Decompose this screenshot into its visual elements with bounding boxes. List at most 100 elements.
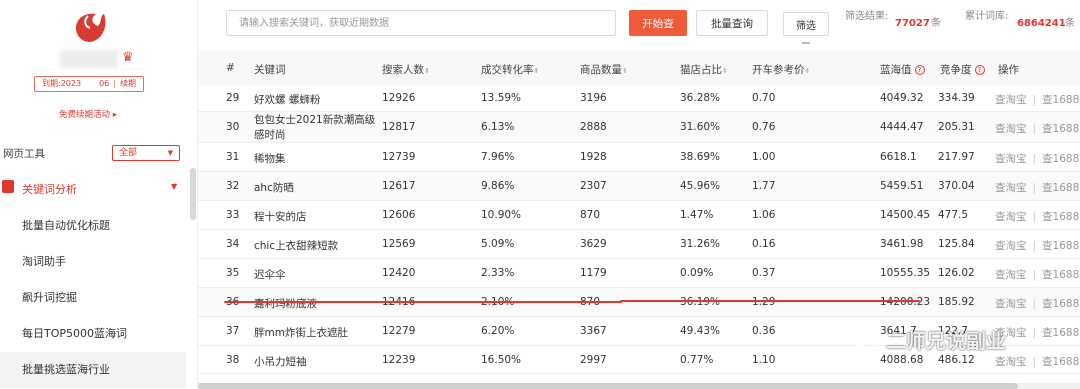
check-taobao-link[interactable]: 查淘宝: [995, 298, 1027, 310]
cell-blue-ocean: 14200.23: [880, 296, 931, 308]
col-header-searchers[interactable]: 搜索人数⬍: [382, 62, 430, 77]
check-taobao-link[interactable]: 查淘宝: [995, 269, 1027, 281]
col-header-competition: 竞争度?: [940, 62, 985, 77]
cell-blue-ocean: 3461.98: [880, 238, 924, 250]
horizontal-scrollbar[interactable]: [198, 383, 1080, 389]
sidebar-item-batch-optimize-title[interactable]: 批量自动优化标题: [0, 208, 186, 244]
col-header-cpc[interactable]: 开车参考价⬍: [752, 62, 810, 77]
sidebar-item-label: 飙升词挖掘: [22, 291, 77, 304]
tools-filter-select[interactable]: 全部 ▼: [112, 145, 180, 161]
cell-products: 3196: [580, 92, 607, 104]
table-row[interactable]: 31 稀物集 12739 7.96% 1928 38.69% 1.00 6618…: [198, 143, 1080, 172]
batch-query-button[interactable]: 批量查询: [696, 10, 768, 36]
table-row[interactable]: 32 ahc防晒 12617 9.86% 2307 45.96% 1.77 54…: [198, 172, 1080, 201]
document-icon: [2, 180, 14, 193]
cell-searchers: 12569: [382, 238, 416, 250]
check-1688-link[interactable]: 查1688: [1042, 94, 1079, 106]
cell-keyword: chic上衣甜辣短款: [254, 240, 339, 252]
cell-conversion: 7.96%: [481, 151, 515, 163]
total-library-stat: 累计词库: 6864241 条: [965, 10, 1075, 29]
help-icon[interactable]: ?: [974, 65, 985, 75]
check-taobao-link[interactable]: 查淘宝: [995, 356, 1027, 368]
table-row[interactable]: 30 包包女士2021新款潮高级感时尚 12817 6.13% 2888 31.…: [198, 112, 1080, 143]
table-row[interactable]: 29 好欢螺 螺蛳粉 12926 13.59% 3196 36.28% 0.70…: [198, 86, 1080, 112]
table-row[interactable]: 35 迟伞伞 12420 2.33% 1179 0.09% 0.37 10555…: [198, 259, 1080, 288]
cell-keyword: ahc防晒: [254, 182, 294, 194]
sidebar-item-label: 淘词助手: [22, 255, 66, 268]
filter-collapse-handle[interactable]: [802, 42, 810, 44]
table-row-highlighted[interactable]: 34 chic上衣甜辣短款 12569 5.09% 3629 31.26% 0.…: [198, 230, 1080, 259]
cell-searchers: 12817: [382, 121, 416, 133]
check-taobao-link[interactable]: 查淘宝: [995, 211, 1027, 223]
check-1688-link[interactable]: 查1688: [1042, 298, 1079, 310]
cell-products: 3367: [580, 325, 607, 337]
cell-actions: 查淘宝 | 查1688: [995, 298, 1080, 310]
sort-icon[interactable]: ⬍: [622, 67, 628, 75]
cell-tmall: 31.26%: [680, 238, 721, 250]
web-tools-row: 网页工具 全部 ▼: [0, 142, 198, 164]
cell-conversion: 5.09%: [481, 238, 515, 250]
menu-group-keyword-analysis[interactable]: 关键词分析 ▼: [0, 172, 186, 202]
scrollbar-thumb[interactable]: [198, 383, 1018, 389]
check-taobao-link[interactable]: 查淘宝: [995, 123, 1027, 135]
check-taobao-link[interactable]: 查淘宝: [995, 94, 1027, 106]
sort-icon[interactable]: ⬍: [424, 67, 430, 75]
col-header-label: 蓝海值: [880, 64, 912, 76]
search-input[interactable]: [226, 10, 616, 36]
check-taobao-link[interactable]: 查淘宝: [995, 182, 1027, 194]
check-1688-link[interactable]: 查1688: [1042, 153, 1079, 165]
check-taobao-link[interactable]: 查淘宝: [995, 153, 1027, 165]
cell-tmall: 49.43%: [680, 325, 721, 337]
col-header-label: 成交转化率: [481, 64, 534, 76]
sort-icon[interactable]: ⬍: [534, 67, 540, 75]
table-row[interactable]: 33 程十安的店 12606 10.90% 870 1.47% 1.06 145…: [198, 201, 1080, 230]
sidebar-item-rising-words[interactable]: 飙升词挖掘: [0, 280, 186, 316]
total-library-count: 6864241: [1017, 18, 1066, 29]
filtered-result-stat: 筛选结果: 77027 条: [845, 10, 941, 29]
red-underline-annotation: [224, 301, 622, 303]
cell-cpc: 1.77: [752, 180, 776, 192]
cell-searchers: 12617: [382, 180, 416, 192]
cell-cpc: 1.10: [752, 354, 776, 366]
sort-icon[interactable]: ⬍: [805, 67, 811, 75]
cell-searchers: 12926: [382, 92, 416, 104]
sidebar-scrollbar[interactable]: [190, 168, 196, 220]
cell-competition: 126.02: [938, 267, 975, 279]
filter-button[interactable]: 筛选: [783, 12, 829, 36]
cell-products: 2997: [580, 354, 607, 366]
sidebar-item-label: 批量挑选蓝海行业: [22, 363, 110, 376]
sidebar-item-blue-ocean-industry[interactable]: 批量挑选蓝海行业: [0, 352, 186, 388]
start-search-button[interactable]: 开始查: [629, 10, 687, 36]
col-header-products[interactable]: 商品数量⬍: [580, 62, 628, 77]
cell-cpc: 0.76: [752, 121, 776, 133]
renew-link[interactable]: 续期: [120, 79, 136, 88]
sidebar-item-word-helper[interactable]: 淘词助手: [0, 244, 186, 280]
col-header-label: 竞争度: [940, 64, 972, 76]
cell-searchers: 12739: [382, 151, 416, 163]
check-1688-link[interactable]: 查1688: [1042, 182, 1079, 194]
col-header-tmall[interactable]: 猫店占比⬍: [680, 62, 728, 77]
help-icon[interactable]: ?: [914, 65, 925, 75]
sidebar-item-daily-top5000[interactable]: 每日TOP5000蓝海词: [0, 316, 186, 352]
check-1688-link[interactable]: 查1688: [1042, 123, 1079, 135]
cell-tmall: 0.09%: [680, 267, 714, 279]
check-1688-link[interactable]: 查1688: [1042, 356, 1079, 368]
check-1688-link[interactable]: 查1688: [1042, 211, 1079, 223]
check-1688-link[interactable]: 查1688: [1042, 269, 1079, 281]
cell-keyword: 胖mm炸街上衣遮肚: [254, 327, 348, 339]
col-header-action: 操作: [998, 64, 1019, 76]
free-renew-promo-link[interactable]: 免费续期活动 ▸: [0, 108, 176, 120]
sort-icon[interactable]: ⬍: [722, 67, 728, 75]
cell-index: 37: [226, 325, 240, 337]
cell-blue-ocean: 14500.45: [880, 209, 931, 221]
cell-index: 30: [226, 121, 240, 133]
check-1688-link[interactable]: 查1688: [1042, 327, 1079, 339]
check-1688-link[interactable]: 查1688: [1042, 240, 1079, 252]
cell-products: 3629: [580, 238, 607, 250]
cell-index: 38: [226, 354, 240, 366]
check-taobao-link[interactable]: 查淘宝: [995, 240, 1027, 252]
col-header-conversion[interactable]: 成交转化率⬍: [481, 62, 539, 77]
cell-actions: 查淘宝 | 查1688: [995, 327, 1080, 339]
col-header-blue-ocean: 蓝海值?: [880, 62, 925, 77]
cell-tmall: 1.47%: [680, 209, 714, 221]
